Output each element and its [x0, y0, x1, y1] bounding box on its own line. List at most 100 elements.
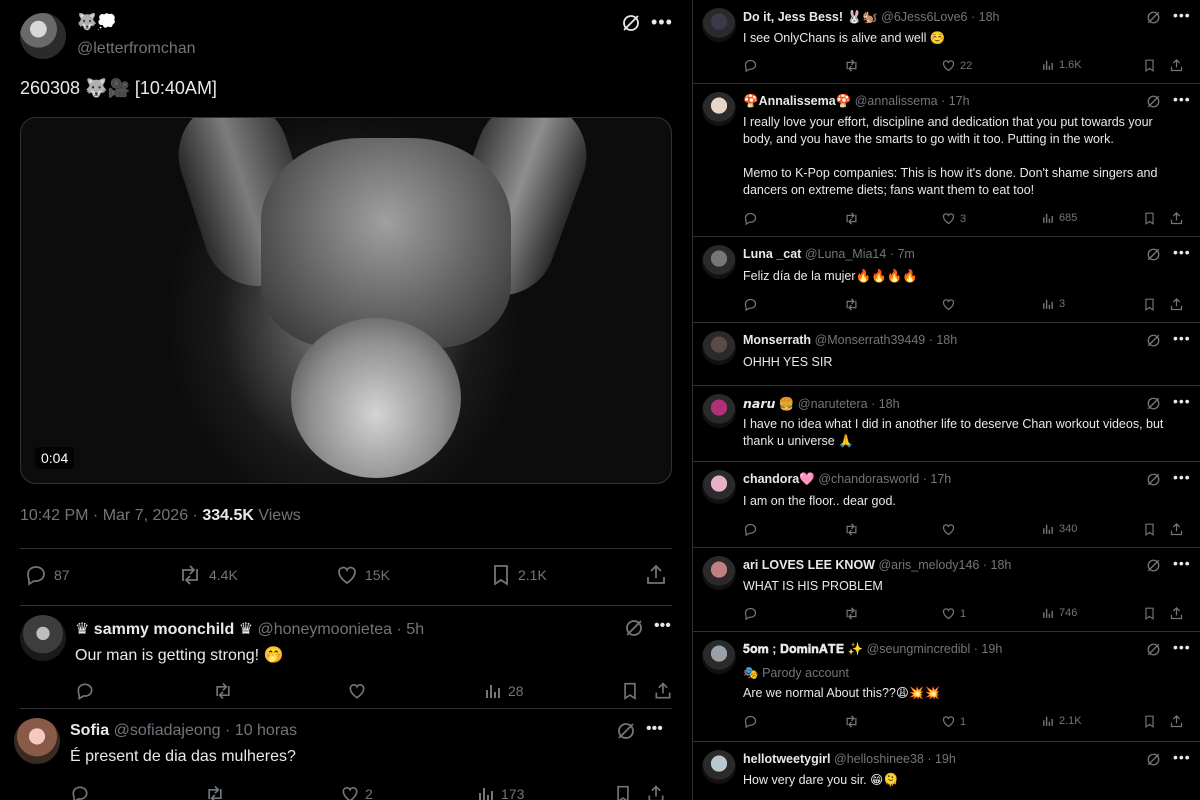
grok-icon[interactable]	[621, 13, 641, 33]
repost-button[interactable]	[843, 606, 860, 621]
reply-author[interactable]: Do it, Jess Bess! 🐰🐿️ @6Jess6Love6 · 18h	[743, 10, 999, 25]
like-button[interactable]: 22	[941, 58, 972, 73]
reply-tweet[interactable]: Do it, Jess Bess! 🐰🐿️ @6Jess6Love6 · 18h…	[693, 0, 1200, 84]
grok-icon[interactable]	[616, 721, 636, 741]
avatar[interactable]	[14, 718, 60, 764]
reply-author[interactable]: Luna _cat @Luna_Mia14 · 7m	[743, 247, 915, 261]
avatar[interactable]	[702, 470, 736, 504]
more-icon[interactable]: •••	[1173, 244, 1191, 260]
more-icon[interactable]: •••	[1173, 555, 1191, 571]
bookmark-button[interactable]	[614, 784, 632, 800]
repost-button[interactable]	[843, 297, 860, 312]
views-button[interactable]: 173	[476, 784, 524, 800]
more-icon[interactable]: •••	[651, 12, 673, 33]
avatar[interactable]	[20, 13, 66, 59]
views-button[interactable]: 2.1K	[1041, 714, 1082, 728]
like-button[interactable]: 3	[941, 211, 966, 226]
views-button[interactable]: 28	[483, 681, 524, 701]
bookmark-button[interactable]	[1143, 606, 1156, 621]
video-player[interactable]: 0:04	[20, 117, 672, 484]
repost-button[interactable]	[843, 522, 860, 537]
grok-icon[interactable]	[1146, 752, 1161, 767]
like-button[interactable]: 15K	[335, 563, 390, 587]
avatar[interactable]	[20, 615, 66, 661]
grok-icon[interactable]	[1146, 472, 1161, 487]
reply-tweet[interactable]: chandora🩷 @chandorasworld · 17h ••• I am o…	[693, 462, 1200, 548]
avatar[interactable]	[702, 556, 736, 590]
bookmark-button[interactable]	[1143, 522, 1156, 537]
reply-author[interactable]: hellotweetygirl @helloshinee38 · 19h	[743, 752, 956, 766]
author-handle[interactable]: @letterfromchan	[77, 40, 196, 58]
reply-button[interactable]	[743, 522, 758, 537]
more-icon[interactable]: •••	[654, 617, 671, 635]
like-button[interactable]: 1	[941, 606, 966, 621]
like-button[interactable]: 2	[340, 784, 373, 800]
reply-tweet[interactable]: ari LOVES LEE KNOW @aris_melody146 · 18h…	[693, 548, 1200, 632]
reply-author[interactable]: chandora🩷 @chandorasworld · 17h	[743, 472, 951, 487]
more-icon[interactable]: •••	[1173, 7, 1191, 23]
avatar[interactable]	[702, 8, 736, 42]
reply-button[interactable]	[743, 58, 758, 73]
reply-tweet[interactable]: Monserrath @Monserrath39449 · 18h ••• OHHH…	[693, 323, 1200, 386]
reply-button[interactable]	[75, 681, 95, 701]
grok-icon[interactable]	[1146, 94, 1161, 109]
more-icon[interactable]: •••	[1173, 639, 1191, 655]
reply-tweet[interactable]: 🍄Annalissema🍄 @annalissema · 17h ••• I rea…	[693, 84, 1200, 237]
reply-author[interactable]: Monserrath @Monserrath39449 · 18h	[743, 333, 957, 347]
share-button[interactable]	[1169, 522, 1184, 537]
grok-icon[interactable]	[1146, 558, 1161, 573]
repost-button[interactable]	[843, 58, 860, 73]
reply-tweet[interactable]: ♛ sammy moonchild ♛ @honeymoonietea · 5h…	[0, 605, 692, 708]
tweet-timestamp[interactable]: 10:42 PM · Mar 7, 2026 ·	[20, 507, 202, 524]
share-button[interactable]	[653, 681, 673, 701]
bookmark-button[interactable]	[1143, 58, 1156, 73]
avatar[interactable]	[702, 394, 736, 428]
views-button[interactable]: 746	[1041, 606, 1077, 620]
views-button[interactable]: 685	[1041, 211, 1077, 225]
more-icon[interactable]: •••	[1173, 749, 1191, 765]
reply-author[interactable]: ♛ sammy moonchild ♛ @honeymoonietea · 5h	[75, 619, 424, 639]
views-button[interactable]: 340	[1041, 522, 1077, 536]
avatar[interactable]	[702, 92, 736, 126]
bookmark-button[interactable]	[1143, 714, 1156, 729]
grok-icon[interactable]	[1146, 333, 1161, 348]
bookmark-button[interactable]: 2.1K	[490, 563, 547, 587]
reply-button[interactable]	[743, 606, 758, 621]
grok-icon[interactable]	[624, 618, 644, 638]
more-icon[interactable]: •••	[1173, 393, 1191, 409]
more-icon[interactable]: •••	[1173, 469, 1191, 485]
reply-button[interactable]	[743, 714, 758, 729]
reply-tweet[interactable]: Sofia @sofiadajeong · 10 horas ••• É pre…	[0, 708, 692, 800]
grok-icon[interactable]	[1146, 396, 1161, 411]
share-button[interactable]	[644, 563, 668, 587]
views-button[interactable]: 1.6K	[1041, 58, 1082, 72]
author-name[interactable]: 🐺💭	[77, 12, 117, 32]
reply-button[interactable]: 87	[24, 563, 70, 587]
repost-button[interactable]	[212, 681, 234, 701]
bookmark-button[interactable]	[1143, 297, 1156, 312]
reply-button[interactable]	[743, 297, 758, 312]
bookmark-button[interactable]	[621, 681, 639, 701]
repost-button[interactable]	[204, 784, 226, 800]
more-icon[interactable]: •••	[1173, 330, 1191, 346]
views-button[interactable]: 3	[1041, 297, 1065, 311]
reply-tweet[interactable]: hellotweetygirl @helloshinee38 · 19h ••• H…	[693, 742, 1200, 800]
share-button[interactable]	[1169, 606, 1184, 621]
avatar[interactable]	[702, 331, 736, 365]
reply-tweet[interactable]: 𝟓𝐨𝐦 ; 𝐃𝐨𝐦𝐢𝐧𝐀𝐓𝐄 ✨ @seungmincredibl · 19h •…	[693, 632, 1200, 742]
avatar[interactable]	[702, 750, 736, 784]
repost-button[interactable]	[843, 714, 860, 729]
reply-button[interactable]	[743, 211, 758, 226]
like-button[interactable]: 1	[941, 714, 966, 729]
reply-tweet[interactable]: Luna _cat @Luna_Mia14 · 7m ••• Feliz día d…	[693, 237, 1200, 323]
reply-author[interactable]: 𝟓𝐨𝐦 ; 𝐃𝐨𝐦𝐢𝐧𝐀𝐓𝐄 ✨ @seungmincredibl · 19h	[743, 642, 1002, 657]
bookmark-button[interactable]	[1143, 211, 1156, 226]
repost-button[interactable]: 4.4K	[177, 563, 238, 587]
reply-author[interactable]: 🍄Annalissema🍄 @annalissema · 17h	[743, 94, 970, 109]
share-button[interactable]	[1169, 58, 1184, 73]
like-button[interactable]	[347, 681, 367, 701]
grok-icon[interactable]	[1146, 10, 1161, 25]
share-button[interactable]	[1169, 297, 1184, 312]
repost-button[interactable]	[843, 211, 860, 226]
more-icon[interactable]: •••	[646, 720, 663, 738]
